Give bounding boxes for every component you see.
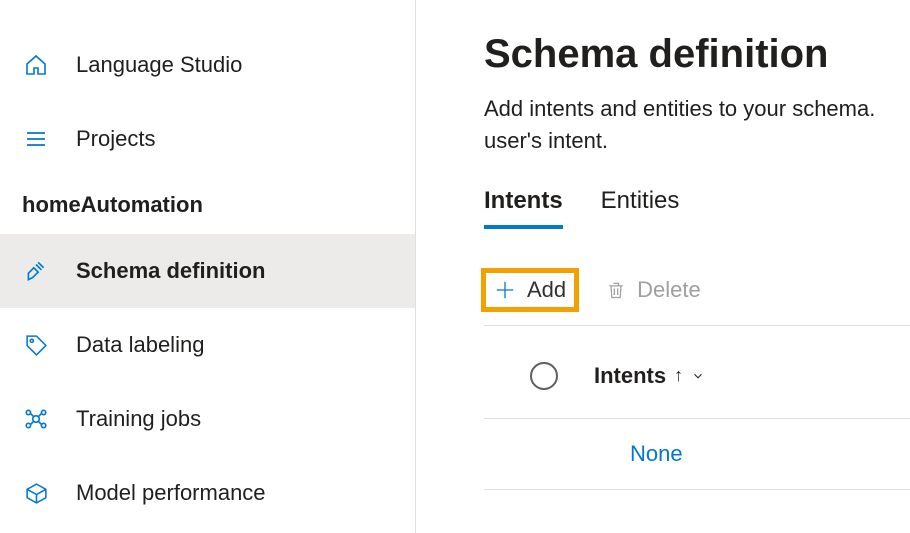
- action-bar: Add Delete: [484, 271, 910, 326]
- main-content: Schema definition Add intents and entiti…: [416, 0, 910, 533]
- sidebar-item-data-labeling[interactable]: Data labeling: [0, 308, 415, 382]
- tab-entities[interactable]: Entities: [601, 187, 680, 229]
- list-icon: [22, 127, 50, 151]
- table-header: Intents ↑: [484, 362, 910, 419]
- project-name: homeAutomation: [0, 176, 415, 234]
- cube-icon: [22, 481, 50, 506]
- home-icon: [22, 53, 50, 77]
- column-header-intents[interactable]: Intents ↑: [594, 363, 705, 389]
- add-button[interactable]: Add: [484, 271, 576, 309]
- tag-icon: [22, 333, 50, 358]
- intent-link-none[interactable]: None: [630, 441, 683, 466]
- nav-label: Data labeling: [76, 332, 204, 358]
- page-title: Schema definition: [484, 32, 910, 77]
- sidebar: Language Studio Projects homeAutomation …: [0, 0, 416, 533]
- delete-button[interactable]: Delete: [596, 271, 711, 309]
- delete-label: Delete: [637, 277, 701, 303]
- select-all-radio[interactable]: [530, 362, 558, 390]
- nav-label: Schema definition: [76, 258, 265, 284]
- page-subtitle: Add intents and entities to your schema.…: [484, 93, 910, 157]
- sidebar-item-schema-definition[interactable]: Schema definition: [0, 234, 415, 308]
- table-row: None: [484, 419, 910, 490]
- column-label: Intents: [594, 363, 666, 389]
- add-label: Add: [527, 277, 566, 303]
- sidebar-item-projects[interactable]: Projects: [0, 102, 415, 176]
- nav-label: Language Studio: [76, 52, 242, 78]
- sort-ascending-icon: ↑: [674, 365, 683, 386]
- plus-icon: [494, 279, 516, 301]
- chevron-down-icon: [691, 369, 705, 383]
- training-icon: [22, 406, 50, 432]
- sidebar-item-model-performance[interactable]: Model performance: [0, 456, 415, 530]
- tab-bar: Intents Entities: [484, 187, 910, 229]
- tab-intents[interactable]: Intents: [484, 187, 563, 229]
- trash-icon: [606, 279, 626, 301]
- nav-label: Model performance: [76, 480, 266, 506]
- nav-label: Training jobs: [76, 406, 201, 432]
- sidebar-item-language-studio[interactable]: Language Studio: [0, 28, 415, 102]
- sidebar-item-training-jobs[interactable]: Training jobs: [0, 382, 415, 456]
- nav-label: Projects: [76, 126, 155, 152]
- schema-icon: [22, 258, 50, 284]
